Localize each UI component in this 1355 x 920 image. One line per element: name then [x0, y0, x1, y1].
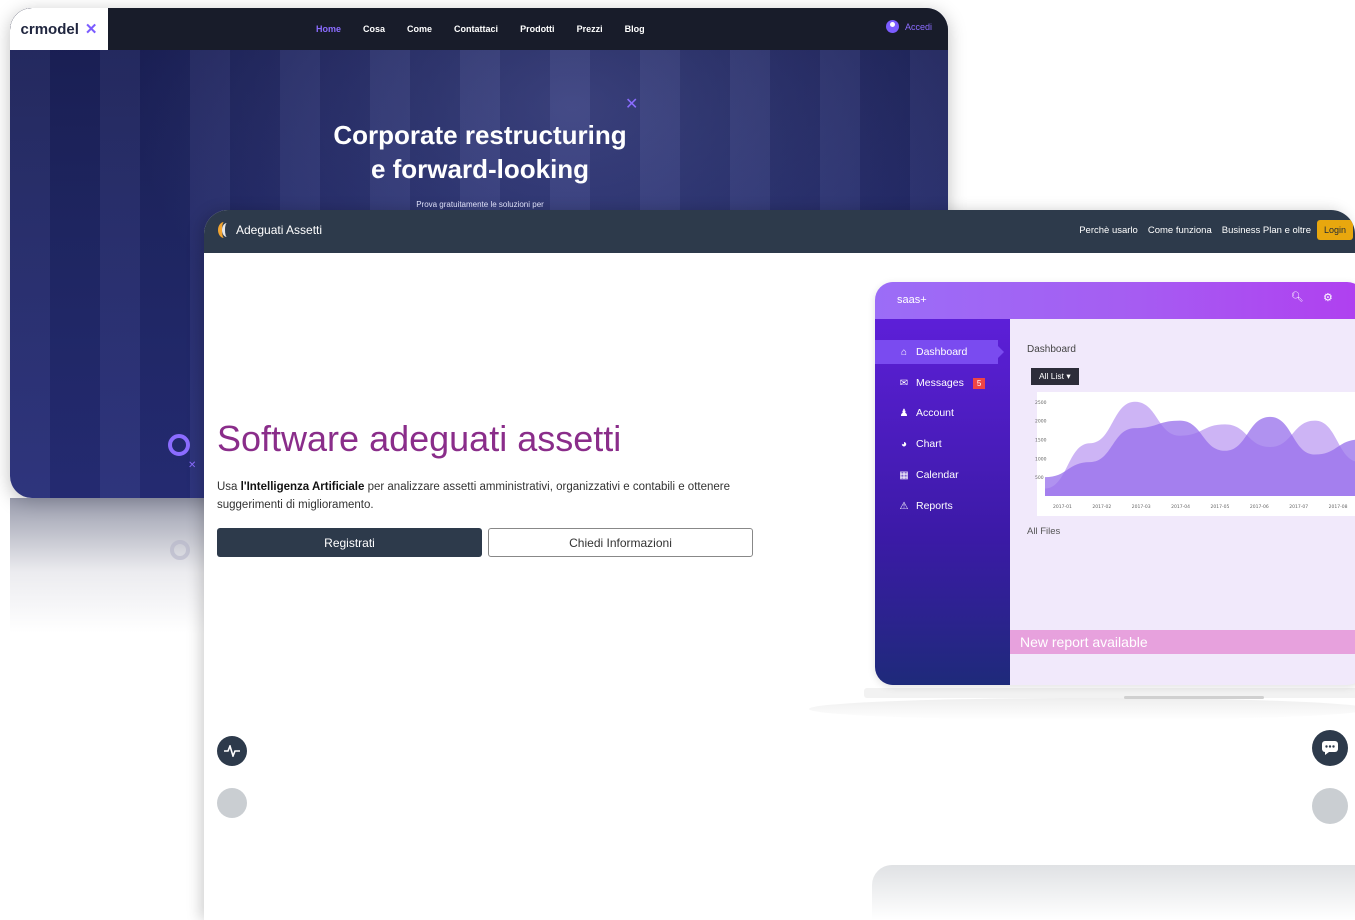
chat-button-reflection	[1312, 788, 1348, 824]
dashboard-mockup: saas+ 🔍︎ ⚙ ⌂ Dashboard ✉ Messages 5 ♟ Ac…	[875, 282, 1355, 685]
hero-subtitle: Prova gratuitamente le soluzioni per	[416, 200, 544, 209]
y-tick-label: 2500	[1035, 400, 1047, 406]
decor-ring-icon	[168, 434, 190, 456]
laptop-reflection	[872, 865, 1355, 920]
x-tick-label: 2017-02	[1092, 504, 1111, 510]
chat-bubble-icon	[1322, 741, 1338, 755]
crescent-logo-icon	[216, 222, 230, 238]
mock-item-label: Calendar	[916, 469, 959, 481]
calendar-icon: ▦	[899, 469, 909, 481]
aa-nav-links: Perchè usarlo Come funziona Business Pla…	[1079, 225, 1311, 236]
page-headline: Software adeguati assetti	[217, 418, 622, 459]
mock-item-dashboard: ⌂ Dashboard	[875, 340, 1004, 364]
new-report-banner: New report available	[1010, 630, 1355, 654]
pie-icon: ◕	[900, 438, 908, 450]
laptop-shadow	[809, 698, 1355, 720]
mock-item-label: Dashboard	[916, 346, 968, 358]
hero-title-line1: Corporate restructuring	[333, 120, 627, 150]
mock-item-account: ♟ Account	[875, 401, 1010, 425]
x-tick-label: 2017-08	[1329, 504, 1348, 510]
desc-bold: l'Intelligenza Artificiale	[240, 481, 365, 493]
x-tick-label: 2017-04	[1171, 504, 1190, 510]
y-tick-label: 1000	[1035, 456, 1047, 462]
x-tick-label: 2017-07	[1289, 504, 1308, 510]
adeguati-assetti-window: Adeguati Assetti Perchè usarlo Come funz…	[204, 210, 1355, 920]
pulse-icon	[224, 745, 240, 757]
decor-x-icon: ✕	[625, 94, 639, 113]
messages-count-badge: 5	[972, 377, 986, 389]
page-description: Usa l'Intelligenza Artificiale per anali…	[217, 478, 762, 514]
mock-topbar	[875, 282, 1355, 319]
mock-item-calendar: ▦ Calendar	[875, 463, 1010, 487]
mail-icon: ✉	[899, 377, 909, 389]
x-tick-label: 2017-01	[1053, 504, 1072, 510]
nav-come[interactable]: Come	[407, 24, 432, 34]
nav-business-plan[interactable]: Business Plan e oltre	[1222, 225, 1311, 236]
warning-icon: ⚠	[899, 500, 909, 512]
mock-item-messages: ✉ Messages 5	[875, 371, 1010, 395]
desc-pre: Usa	[217, 481, 241, 493]
request-info-button[interactable]: Chiedi Informazioni	[488, 528, 753, 557]
x-tick-label: 2017-06	[1250, 504, 1269, 510]
mock-item-chart: ◕ Chart	[875, 432, 1010, 456]
accedi-label: Accedi	[904, 21, 932, 32]
laptop-notch	[1124, 696, 1264, 699]
crmodel-navbar: crmodel ✕ Home Cosa Come Contattaci Prod…	[10, 8, 948, 50]
nav-blog[interactable]: Blog	[625, 24, 645, 34]
crmodel-logo-text: crmodel	[20, 20, 79, 38]
mock-item-label: Messages	[916, 377, 964, 389]
hero-title-line2: e forward-looking	[370, 154, 590, 184]
y-tick-label: 2000	[1035, 419, 1047, 425]
hero-title: Corporate restructuring e forward-lookin…	[280, 118, 680, 186]
aa-brand-label: Adeguati Assetti	[236, 223, 323, 237]
x-tick-label: 2017-03	[1132, 504, 1151, 510]
user-icon: ♟	[899, 407, 909, 419]
search-icon: 🔍︎	[1291, 292, 1304, 303]
activity-button-reflection	[217, 788, 247, 818]
mock-item-label: Chart	[916, 438, 942, 450]
y-tick-label: 1500	[1035, 437, 1047, 443]
reflection-ring-icon	[170, 540, 190, 560]
nav-perche-usarlo[interactable]: Perchè usarlo	[1079, 225, 1138, 236]
back-window-reflection	[10, 498, 204, 633]
crmodel-menu: Home Cosa Come Contattaci Prodotti Prezz…	[316, 8, 645, 50]
area-chart: 2500 2000 1500 1000 500 2017-01 2017-02 2017-03…	[1035, 392, 1355, 516]
nav-prodotti[interactable]: Prodotti	[520, 24, 555, 34]
register-button[interactable]: Registrati	[217, 528, 482, 557]
crmodel-logo[interactable]: crmodel ✕	[10, 8, 108, 50]
x-tick-label: 2017-05	[1211, 504, 1230, 510]
decor-small-x-icon: ✕	[188, 460, 197, 471]
mock-item-reports: ⚠ Reports	[875, 494, 1010, 518]
activity-button[interactable]	[217, 736, 247, 766]
y-tick-label: 500	[1035, 475, 1044, 481]
user-circle-icon	[885, 20, 899, 33]
gear-icon: ⚙	[1323, 291, 1333, 304]
home-icon: ⌂	[900, 346, 908, 358]
mock-brand: saas+	[897, 294, 927, 306]
mock-item-label: Account	[916, 407, 954, 419]
chat-button[interactable]	[1312, 730, 1348, 766]
nav-prezzi[interactable]: Prezzi	[577, 24, 603, 34]
nav-contattaci[interactable]: Contattaci	[454, 24, 498, 34]
mock-sidebar: ⌂ Dashboard ✉ Messages 5 ♟ Account ◕ Cha…	[875, 319, 1010, 685]
nav-come-funziona[interactable]: Come funziona	[1148, 225, 1212, 236]
aa-brand[interactable]: Adeguati Assetti	[216, 222, 322, 238]
nav-home[interactable]: Home	[316, 24, 341, 34]
mock-item-label: Reports	[916, 500, 953, 512]
laptop-base	[864, 688, 1355, 698]
aa-navbar: Adeguati Assetti Perchè usarlo Come funz…	[204, 210, 1355, 253]
crmodel-logo-mark-icon: ✕	[84, 21, 98, 38]
login-button[interactable]: Login	[1316, 220, 1353, 240]
accedi-link[interactable]: Accedi	[885, 20, 932, 33]
mock-all-files-label: All Files	[1027, 526, 1061, 537]
mock-all-list-dropdown: All List ▾	[1031, 368, 1079, 385]
mock-main-title: Dashboard	[1027, 344, 1076, 355]
nav-cosa[interactable]: Cosa	[363, 24, 385, 34]
